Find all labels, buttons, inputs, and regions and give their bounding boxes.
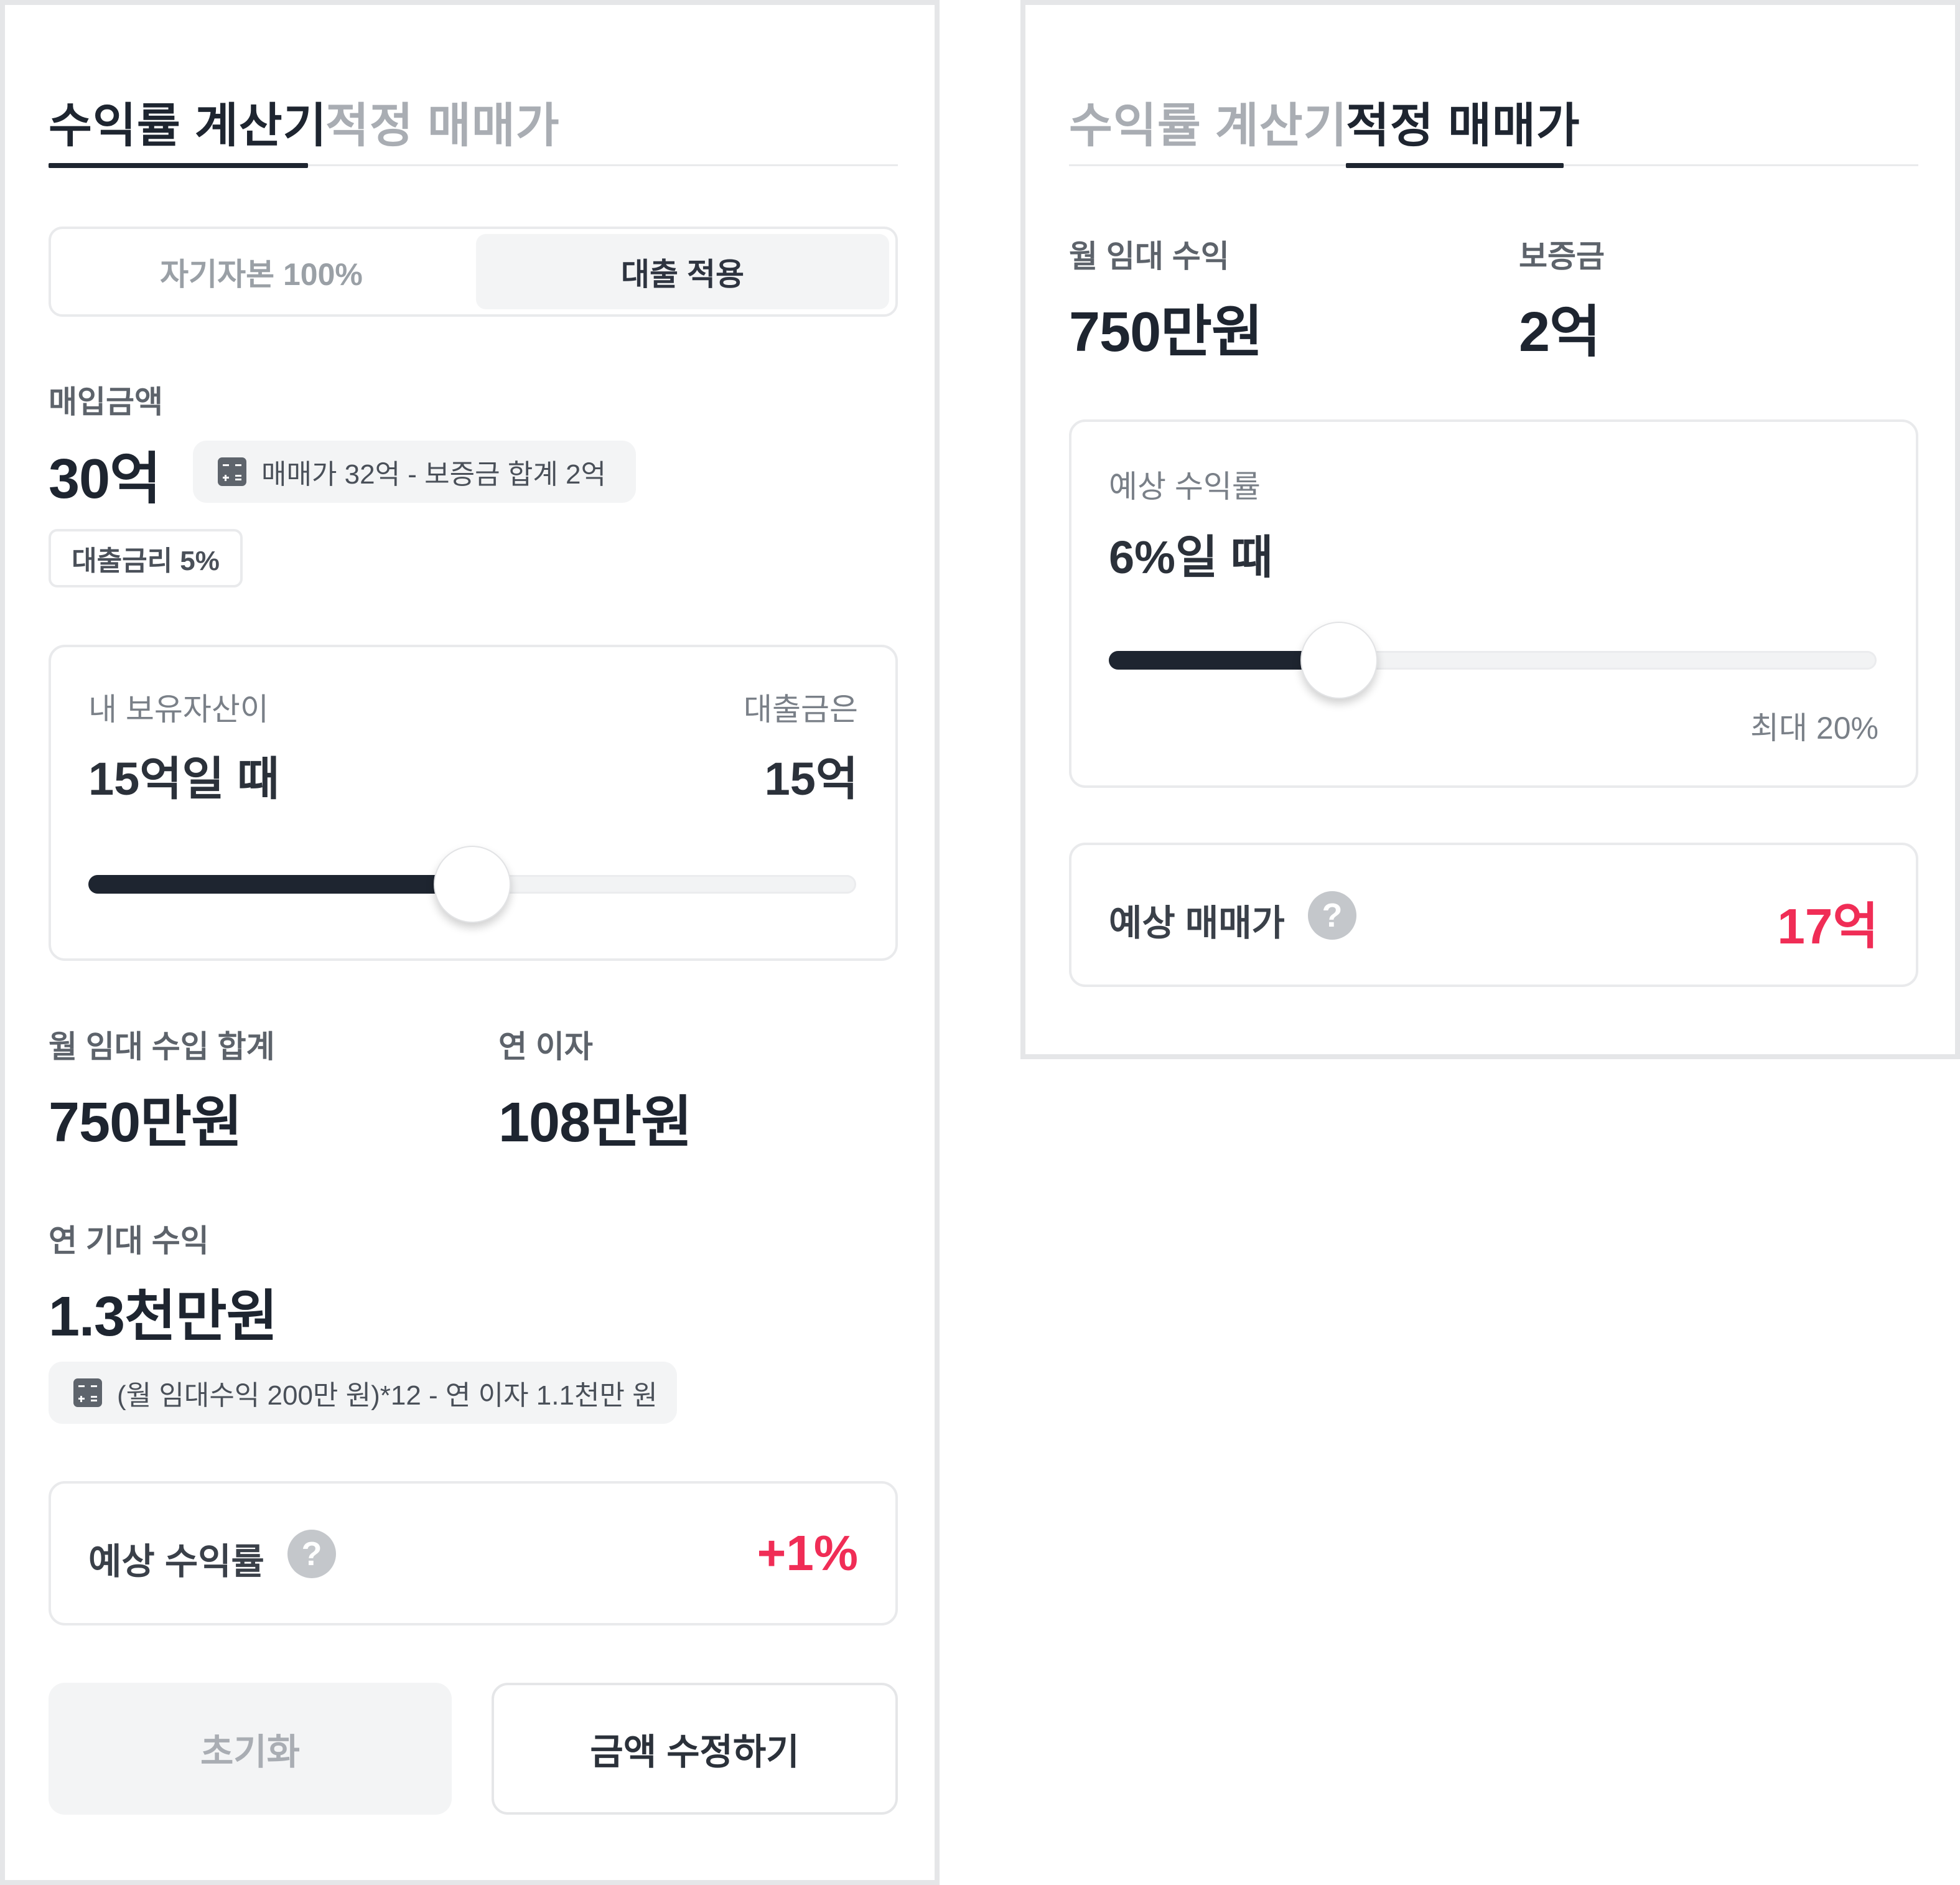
- annual-income-formula-text: (월 임대수익 200만 원)*12 - 연 이자 1.1천만 원: [117, 1380, 658, 1411]
- loan-amount-value: 15억: [764, 753, 858, 805]
- monthly-rent-value: 750만원: [49, 1092, 243, 1154]
- reset-button[interactable]: 초기화: [49, 1683, 452, 1815]
- my-assets-label: 내 보유자산이: [88, 692, 269, 727]
- calculator-icon: [218, 457, 246, 486]
- tab-yield-calculator[interactable]: 수익률 계산기: [1069, 87, 1348, 156]
- question-icon[interactable]: ?: [1308, 891, 1356, 940]
- asset-slider-fill: [88, 875, 472, 894]
- annual-income-value: 1.3천만원: [49, 1286, 278, 1348]
- max-yield-label: 최대 20%: [1750, 711, 1878, 746]
- purchase-formula-chip: 매매가 32억 - 보증금 합계 2억: [193, 441, 636, 503]
- purchase-formula-text: 매매가 32억 - 보증금 합계 2억: [261, 459, 606, 490]
- tab-fair-price[interactable]: 적정 매매가: [1346, 87, 1580, 156]
- loan-amount-label: 대출금은: [744, 692, 858, 727]
- funding-mode-toggle: 자기자본 100% 대출 적용: [49, 227, 898, 317]
- asset-loan-card: 내 보유자산이 대출금은 15억일 때 15억: [49, 645, 898, 961]
- expected-price-value: 17억: [1777, 899, 1878, 954]
- annual-interest-value: 108만원: [498, 1092, 693, 1154]
- expected-yield-card: 예상 수익률 ? +1%: [49, 1481, 898, 1625]
- monthly-rent-value: 750만원: [1069, 301, 1263, 363]
- deposit-label: 보증금: [1519, 239, 1605, 274]
- deposit-value: 2억: [1519, 301, 1601, 363]
- active-tab-indicator: [49, 163, 308, 168]
- annual-income-formula-chip: (월 임대수익 200만 원)*12 - 연 이자 1.1천만 원: [49, 1362, 677, 1424]
- expected-yield-value: +1%: [757, 1525, 858, 1581]
- purchase-amount-label: 매입금액: [49, 385, 163, 419]
- expected-yield-label: 예상 수익률: [88, 1541, 264, 1582]
- expected-yield-value: 6%일 때: [1109, 531, 1273, 583]
- expected-price-card: 예상 매매가 ? 17억: [1069, 843, 1918, 987]
- yield-rate-card: 예상 수익률 6%일 때 최대 20%: [1069, 419, 1918, 788]
- fair-price-panel: 수익률 계산기 적정 매매가 월 임대 수익 750만원 보증금 2억 예상 수…: [1020, 0, 1960, 1059]
- monthly-rent-label: 월 임대 수입 합계: [49, 1029, 275, 1064]
- expected-yield-label: 예상 수익률: [1109, 469, 1261, 504]
- my-assets-value: 15억일 때: [88, 753, 280, 805]
- asset-slider-thumb[interactable]: [434, 846, 511, 923]
- active-tab-indicator: [1346, 163, 1564, 168]
- yield-calculator-panel: 수익률 계산기 적정 매매가 자기자본 100% 대출 적용 매입금액 30억 …: [0, 0, 940, 1885]
- question-icon[interactable]: ?: [287, 1530, 336, 1578]
- option-own-capital[interactable]: 자기자본 100%: [56, 234, 467, 309]
- tab-fair-price[interactable]: 적정 매매가: [325, 87, 560, 156]
- calculator-icon: [73, 1378, 102, 1407]
- loan-rate-chip[interactable]: 대출금리 5%: [49, 529, 243, 587]
- yield-slider-thumb[interactable]: [1300, 622, 1378, 699]
- expected-price-label: 예상 매매가: [1109, 903, 1285, 943]
- annual-interest-label: 연 이자: [498, 1029, 593, 1064]
- monthly-rent-label: 월 임대 수익: [1069, 239, 1230, 274]
- option-apply-loan[interactable]: 대출 적용: [476, 234, 889, 309]
- edit-amount-button[interactable]: 금액 수정하기: [492, 1683, 898, 1815]
- tab-yield-calculator[interactable]: 수익률 계산기: [49, 87, 327, 156]
- purchase-amount-value: 30억: [49, 448, 161, 510]
- annual-income-label: 연 기대 수익: [49, 1223, 209, 1258]
